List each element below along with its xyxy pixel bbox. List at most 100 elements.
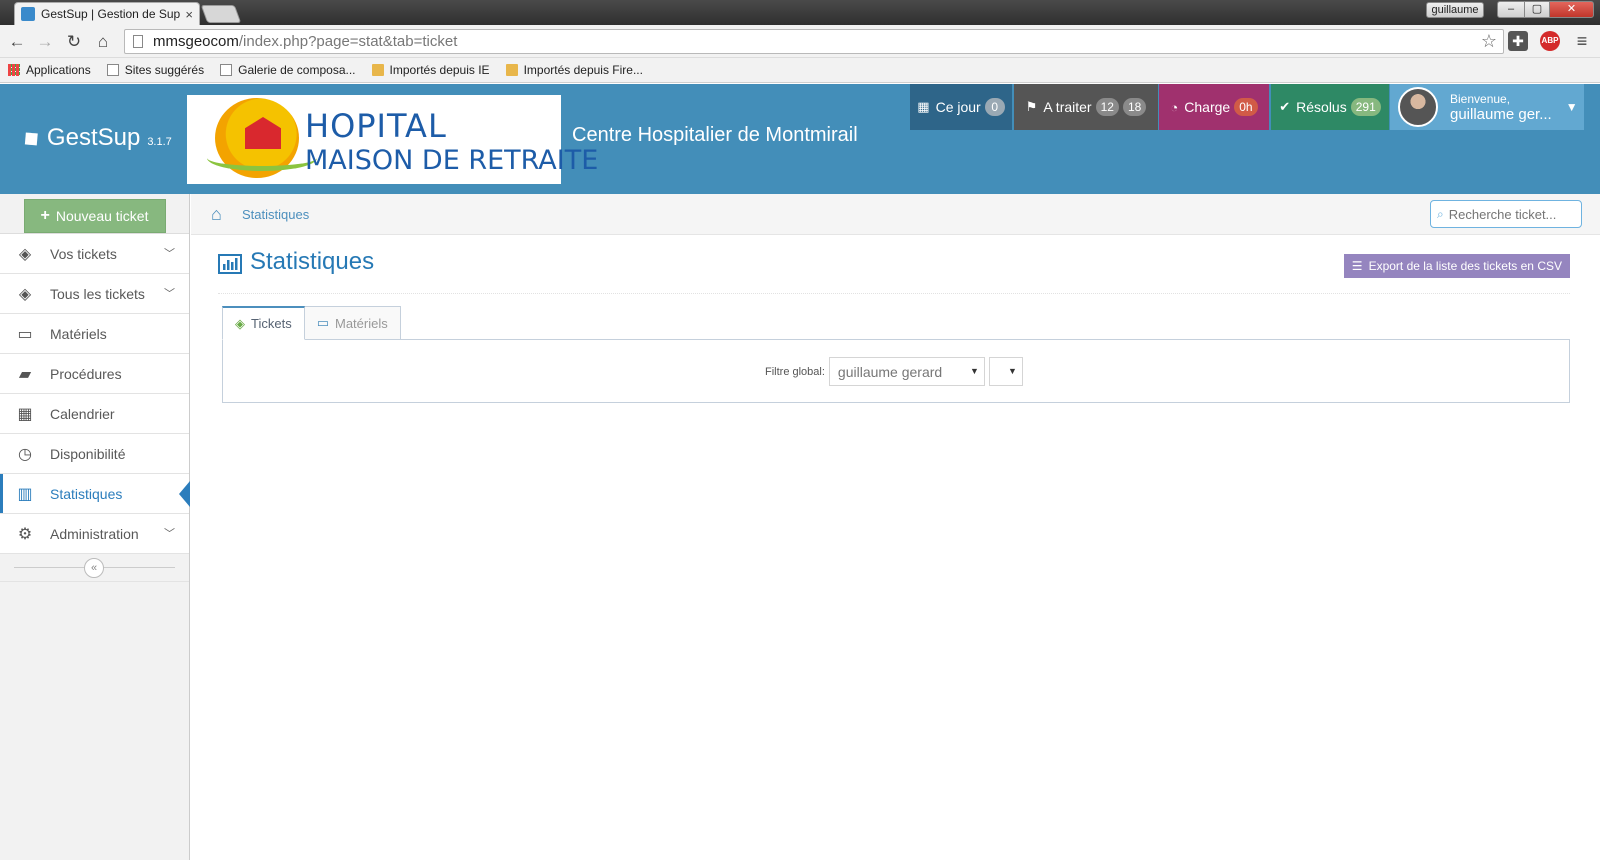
chevron-down-icon: ﹀ — [164, 248, 175, 260]
page-title: Statistiques — [250, 248, 375, 275]
stat-tabs: ◈ Tickets ▭ Matériels — [222, 306, 401, 340]
sidebar-item-label: Procédures — [50, 365, 122, 382]
bookmark-folder-firefox[interactable]: Importés depuis Fire... — [505, 63, 643, 77]
nav-charge[interactable]: ◔ Charge 0h — [1159, 84, 1269, 130]
reload-icon[interactable]: ↻ — [63, 31, 85, 53]
home-icon[interactable]: ⌂ — [92, 31, 114, 53]
address-bar[interactable]: mmsgeocom/index.php?page=stat&tab=ticket… — [124, 29, 1504, 54]
calendar-icon: ▦ — [917, 99, 930, 114]
window-close-button[interactable]: ✕ — [1549, 1, 1594, 18]
tab-close-icon[interactable]: × — [185, 7, 193, 22]
dropdown-arrow-icon: ▼ — [1008, 366, 1017, 376]
dashboard-icon: ◔ — [1170, 99, 1179, 115]
bookmark-applications[interactable]: Applications — [8, 63, 91, 77]
apps-grid-icon — [8, 64, 20, 76]
check-circle-icon: ✔ — [1279, 99, 1291, 114]
back-icon[interactable]: ← — [6, 31, 28, 53]
brand-version: 3.1.7 — [147, 136, 172, 148]
ticket-icon: ◆ — [15, 122, 45, 153]
cogs-icon: ⚙ — [17, 525, 33, 543]
filter-user-value: guillaume gerard — [837, 363, 943, 380]
search-icon: ⌕ — [1437, 206, 1444, 221]
url-host: mmsgeocom — [153, 33, 239, 50]
sidebar-item-calendar[interactable]: ▦ Calendrier — [0, 394, 189, 434]
sidebar-item-label: Matériels — [50, 325, 107, 342]
active-indicator — [179, 481, 190, 507]
calendar-icon: ▦ — [17, 405, 33, 423]
nav-today[interactable]: ▦ Ce jour 0 — [910, 84, 1012, 130]
page-icon — [220, 64, 233, 76]
bookmark-suggested[interactable]: Sites suggérés — [106, 63, 204, 77]
sidebar-item-administration[interactable]: ⚙ Administration ﹀ — [0, 514, 189, 554]
tab-tickets[interactable]: ◈ Tickets — [222, 306, 305, 340]
sidebar: + Nouveau ticket ◈ Vos tickets ﹀ ◈ Tous … — [0, 194, 190, 860]
tab-panel-tickets: Filtre global: guillaume gerard ▼ ▼ — [222, 339, 1570, 403]
home-icon[interactable]: ⌂ — [211, 204, 222, 225]
ticket-icon: ◈ — [18, 285, 32, 303]
nav-to-treat[interactable]: ⚑ A traiter 12 18 — [1014, 84, 1158, 130]
browser-toolbar: ← → ↻ ⌂ mmsgeocom/index.php?page=stat&ta… — [0, 25, 1600, 58]
tab-label: Tickets — [251, 316, 292, 331]
browser-tab[interactable]: GestSup | Gestion de Supp × — [14, 2, 200, 25]
global-filter: Filtre global: guillaume gerard ▼ ▼ — [765, 357, 1023, 386]
nav-charge-label: Charge — [1184, 99, 1231, 115]
sidebar-item-availability[interactable]: ◷ Disponibilité — [0, 434, 189, 474]
extension-puzzle-icon[interactable]: ✚ — [1508, 31, 1528, 51]
chevron-down-icon: ﹀ — [164, 528, 175, 540]
page-icon — [106, 64, 119, 76]
sidebar-item-procedures[interactable]: ▰ Procédures — [0, 354, 189, 394]
brand[interactable]: ◆ GestSup 3.1.7 — [16, 123, 172, 153]
user-menu[interactable]: Bienvenue, guillaume ger... ▼ — [1390, 84, 1584, 130]
nav-solved[interactable]: ✔ Résolus 291 — [1271, 84, 1389, 130]
bookmark-star-icon[interactable]: ☆ — [1481, 31, 1497, 52]
nav-today-label: Ce jour — [935, 99, 981, 115]
bookmark-gallery[interactable]: Galerie de composa... — [220, 63, 356, 77]
plus-icon: + — [40, 206, 50, 224]
app-header: ◆ GestSup 3.1.7 HOPITAL MAISON DE RETRAI… — [0, 84, 1600, 194]
list-icon: ☰ — [1351, 259, 1363, 273]
window-minimize-button[interactable]: – — [1497, 1, 1525, 18]
export-csv-label: Export de la liste des tickets en CSV — [1368, 259, 1562, 273]
logo-text-line2: MAISON DE RETRAITE — [305, 145, 599, 176]
nav-to-treat-label: A traiter — [1043, 99, 1092, 115]
dropdown-arrow-icon: ▼ — [970, 366, 979, 376]
sidebar-item-your-tickets[interactable]: ◈ Vos tickets ﹀ — [0, 234, 189, 274]
nav-charge-badge: 0h — [1234, 98, 1258, 116]
new-ticket-button[interactable]: + Nouveau ticket — [23, 198, 166, 233]
sidebar-item-label: Calendrier — [50, 405, 115, 422]
browser-user-chip[interactable]: guillaume — [1426, 2, 1484, 18]
caret-down-icon: ▼ — [1565, 100, 1578, 114]
site-title: Centre Hospitalier de Montmirail — [572, 124, 858, 146]
sidebar-collapse-row: « — [0, 554, 189, 582]
flag-icon: ⚑ — [1025, 99, 1038, 114]
tab-label: Matériels — [335, 315, 388, 331]
filter-label: Filtre global: — [765, 365, 825, 378]
browser-tab-title: GestSup | Gestion de Supp — [41, 7, 182, 21]
bookmark-folder-ie[interactable]: Importés depuis IE — [371, 63, 490, 77]
sidebar-item-statistics[interactable]: ▥ Statistiques — [0, 474, 190, 514]
filter-user-select[interactable]: guillaume gerard ▼ — [828, 357, 985, 386]
sidebar-collapse-button[interactable]: « — [84, 558, 104, 578]
new-tab-button[interactable] — [200, 5, 242, 23]
breadcrumb-current[interactable]: Statistiques — [242, 207, 309, 222]
sidebar-item-hardware[interactable]: ▭ Matériels — [0, 314, 189, 354]
search-input[interactable] — [1448, 206, 1569, 222]
export-csv-button[interactable]: ☰ Export de la liste des tickets en CSV — [1343, 254, 1570, 278]
page-header: Statistiques ☰ Export de la liste des ti… — [218, 248, 1570, 294]
desktop-icon: ▭ — [316, 315, 329, 330]
user-name: guillaume ger... — [1450, 106, 1552, 123]
clock-icon: ◷ — [18, 445, 32, 463]
ticket-icon: ◈ — [235, 315, 245, 331]
browser-menu-icon[interactable]: ≡ — [1572, 31, 1592, 51]
window-maximize-button[interactable]: ▢ — [1524, 1, 1550, 18]
sidebar-item-label: Vos tickets — [50, 245, 117, 262]
tab-hardware[interactable]: ▭ Matériels — [303, 306, 401, 340]
folder-icon — [505, 64, 518, 76]
folder-icon — [371, 64, 384, 76]
adblock-icon[interactable]: ABP — [1540, 31, 1560, 51]
forward-icon[interactable]: → — [34, 31, 56, 53]
filter-extra-select[interactable]: ▼ — [988, 357, 1023, 386]
user-welcome: Bienvenue, guillaume ger... — [1450, 91, 1552, 123]
sidebar-item-all-tickets[interactable]: ◈ Tous les tickets ﹀ — [0, 274, 189, 314]
bar-chart-icon: ▥ — [17, 485, 33, 503]
